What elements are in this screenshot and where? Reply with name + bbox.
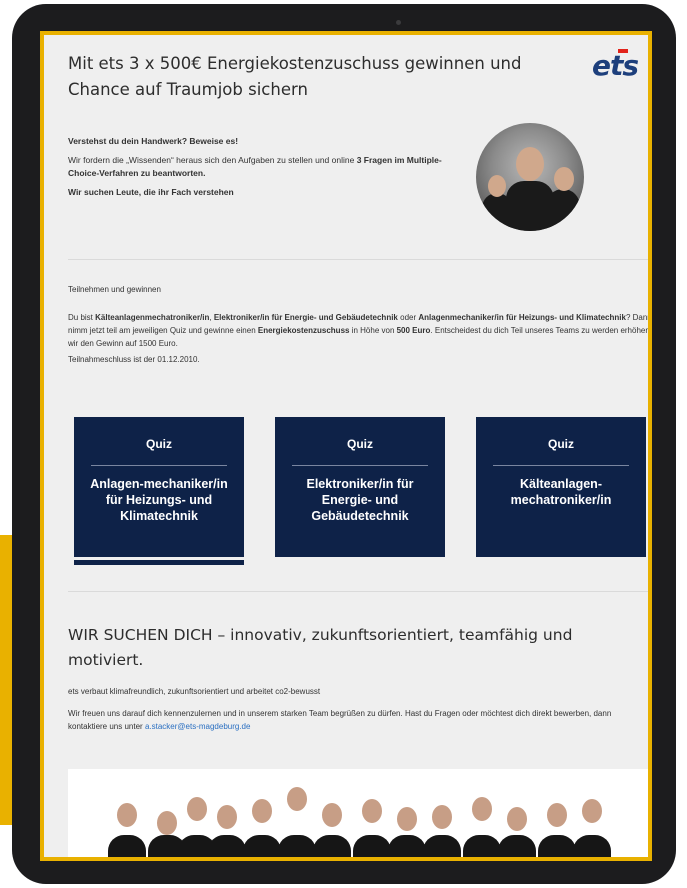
quiz-divider (292, 465, 428, 466)
intro-closing: Wir suchen Leute, die ihr Fach verstehen (68, 187, 234, 197)
quiz-label: Kälteanlagen-mechatroniker/in (510, 477, 612, 507)
quiz-title: Quiz (548, 437, 574, 451)
ets-logo[interactable]: ets (592, 49, 639, 82)
section-subline: ets verbaut klimafreundlich, zukunftsori… (68, 687, 321, 696)
prize-amount: 500 Euro (396, 326, 431, 335)
job-title-3: Anlagenmechaniker/in für Heizungs- und K… (418, 313, 626, 322)
quiz-label: Anlagen-mechaniker/in für Heizungs- und … (90, 477, 228, 523)
participate-heading: Teilnehmen und gewinnen (68, 285, 161, 294)
text-span: Du bist (68, 313, 96, 322)
page-screen[interactable]: Mit ets 3 x 500€ Energiekostenzuschuss g… (40, 31, 652, 861)
text-span: oder (397, 313, 419, 322)
section-title: WIR SUCHEN DICH – innovativ, zukunftsori… (68, 626, 573, 669)
email-link[interactable]: a.stacker@ets-magdeburg.de (145, 722, 251, 731)
participate-text: Du bist Kälteanlagenmechatroniker/in, El… (68, 311, 648, 350)
section-divider (68, 591, 648, 592)
quiz-label: Elektroniker/in für Energie- und Gebäude… (306, 477, 414, 523)
quiz-divider (493, 465, 629, 466)
job-title-2: Elektroniker/in für Energie- und Gebäude… (213, 313, 398, 322)
deadline-text: Teilnahmeschluss ist der 01.12.2010. (68, 355, 200, 364)
job-title-1: Kälteanlagenmechatroniker/in (95, 313, 210, 322)
intro-text: Wir fordern die „Wissenden“ heraus sich … (68, 154, 468, 180)
contact-text: Wir freuen uns darauf dich kennenzulerne… (68, 707, 648, 733)
intro-text-part: Wir fordern die „Wissenden“ heraus sich … (68, 155, 357, 165)
team-photo (68, 769, 648, 857)
team-avatar-image (476, 123, 584, 231)
intro-heading: Verstehst du dein Handwerk? Beweise es! (68, 136, 239, 146)
intro-section: Verstehst du dein Handwerk? Beweise es! … (68, 135, 468, 205)
prize-name: Energiekostenzuschuss (257, 326, 350, 335)
page-title: Mit ets 3 x 500€ Energiekostenzuschuss g… (68, 54, 522, 99)
quiz-button-kaelteanlagen[interactable]: Quiz Kälteanlagen-mechatroniker/in (476, 417, 646, 557)
quiz-bottom-bar (74, 560, 244, 565)
quiz-button-elektroniker[interactable]: Quiz Elektroniker/in für Energie- und Ge… (275, 417, 445, 557)
quiz-button-anlagenmechaniker[interactable]: Quiz Anlagen-mechaniker/in für Heizungs-… (74, 417, 244, 565)
camera-icon (396, 20, 401, 25)
quiz-divider (91, 465, 227, 466)
quiz-title: Quiz (347, 437, 373, 451)
quiz-title: Quiz (146, 437, 172, 451)
text-span: in Höhe von (349, 326, 397, 335)
section-divider (68, 259, 648, 260)
